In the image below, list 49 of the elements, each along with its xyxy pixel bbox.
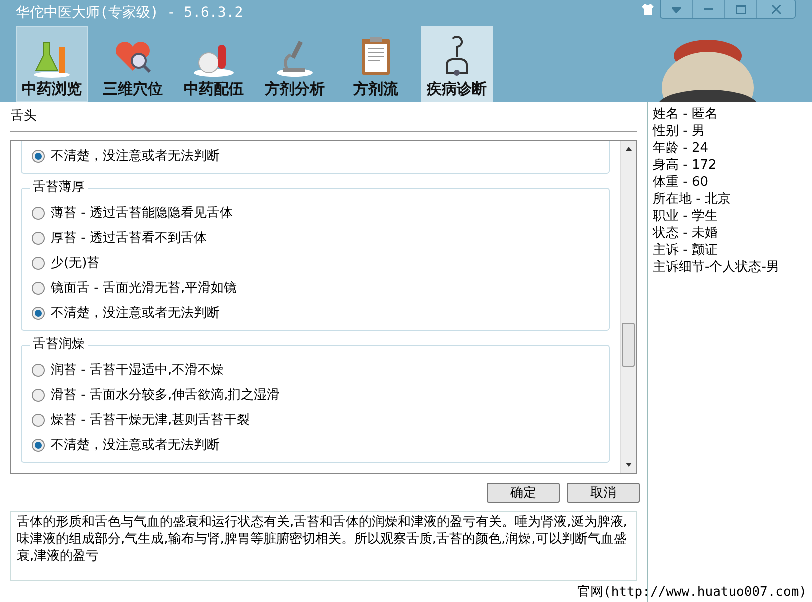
patient-info-line: 体重 - 60 [653, 174, 710, 191]
toolbar-tab[interactable]: 中药配伍 [178, 26, 250, 102]
toolbar-tab[interactable]: 三维穴位 [97, 26, 169, 102]
radio-button[interactable] [32, 282, 45, 295]
section-title: 舌头 [10, 108, 37, 126]
option-label: 滑苔 - 舌面水分较多,伸舌欲滴,扪之湿滑 [51, 386, 280, 405]
patient-info-line: 主诉细节-个人状态-男 [653, 259, 780, 276]
radio-button[interactable] [32, 232, 45, 245]
radio-button[interactable] [32, 207, 45, 220]
patient-info-line: 性别 - 男 [653, 123, 706, 140]
patient-info-line: 职业 - 学生 [653, 208, 719, 225]
close-icon [772, 4, 780, 14]
option-label: 燥苔 - 舌苔干燥无津,甚则舌苔干裂 [51, 412, 250, 430]
option-label: 薄苔 - 透过舌苔能隐隐看见舌体 [51, 204, 233, 223]
radio-button[interactable] [32, 150, 45, 163]
option-label: 不清楚，没注意或者无法判断 [51, 148, 220, 166]
option-label: 不清楚，没注意或者无法判断 [51, 304, 220, 323]
maximize-icon [736, 4, 746, 14]
description-text: 舌体的形质和舌色与气血的盛衰和运行状态有关,舌苔和舌体的润燥和津液的盈亏有关。唾为肾液,涎为脾液,味津液的组成部分,气生成,输布与肾,脾胃等脏腑密切相关。所以观察舌质,舌苔的颜色,润燥,可以判断气血盛衰,津液的盈亏 [10, 511, 637, 581]
shirt-icon[interactable] [642, 4, 654, 14]
patient-info-line: 年龄 - 24 [653, 140, 710, 157]
patient-info-line: 主诉 - 颤证 [653, 242, 719, 259]
confirm-button[interactable]: 确定 [487, 483, 560, 503]
patient-info-line: 状态 - 未婚 [653, 225, 719, 242]
option-label: 少(无)苔 [51, 254, 100, 273]
minimize-icon [704, 8, 713, 10]
radio-button[interactable] [32, 414, 45, 427]
toolbar-tab[interactable]: 方剂流 [340, 26, 412, 102]
patient-info-line: 姓名 - 匿名 [653, 106, 719, 123]
option-label: 厚苔 - 透过舌苔看不到舌体 [51, 230, 207, 248]
website-link[interactable]: 官网(http://www.huatuo007.com) [578, 582, 807, 602]
option-label: 镜面舌 - 舌面光滑无苔,平滑如镜 [51, 280, 238, 298]
patient-info-line: 所在地 - 北京 [653, 191, 732, 208]
caret-icon [672, 6, 681, 12]
radio-button[interactable] [32, 364, 45, 377]
radio-button[interactable] [32, 307, 45, 320]
radio-button[interactable] [32, 257, 45, 270]
toolbar-tab[interactable]: 方剂分析 [259, 26, 331, 102]
option-label: 润苔 - 舌苔干湿适中,不滑不燥 [51, 362, 224, 380]
scrollbar[interactable] [620, 141, 636, 473]
radio-button[interactable] [32, 389, 45, 402]
radio-button[interactable] [32, 439, 45, 452]
cancel-button[interactable]: 取消 [567, 483, 640, 503]
toolbar-tab[interactable]: 疾病诊断 [421, 26, 493, 102]
patient-info-line: 身高 - 172 [653, 157, 718, 174]
toolbar-tab[interactable]: 中药浏览 [16, 26, 88, 102]
window-title: 华佗中医大师(专家级) - 5.6.3.2 [16, 4, 244, 22]
option-label: 不清楚，没注意或者无法判断 [51, 436, 220, 455]
scrollbar-thumb[interactable] [622, 323, 635, 367]
